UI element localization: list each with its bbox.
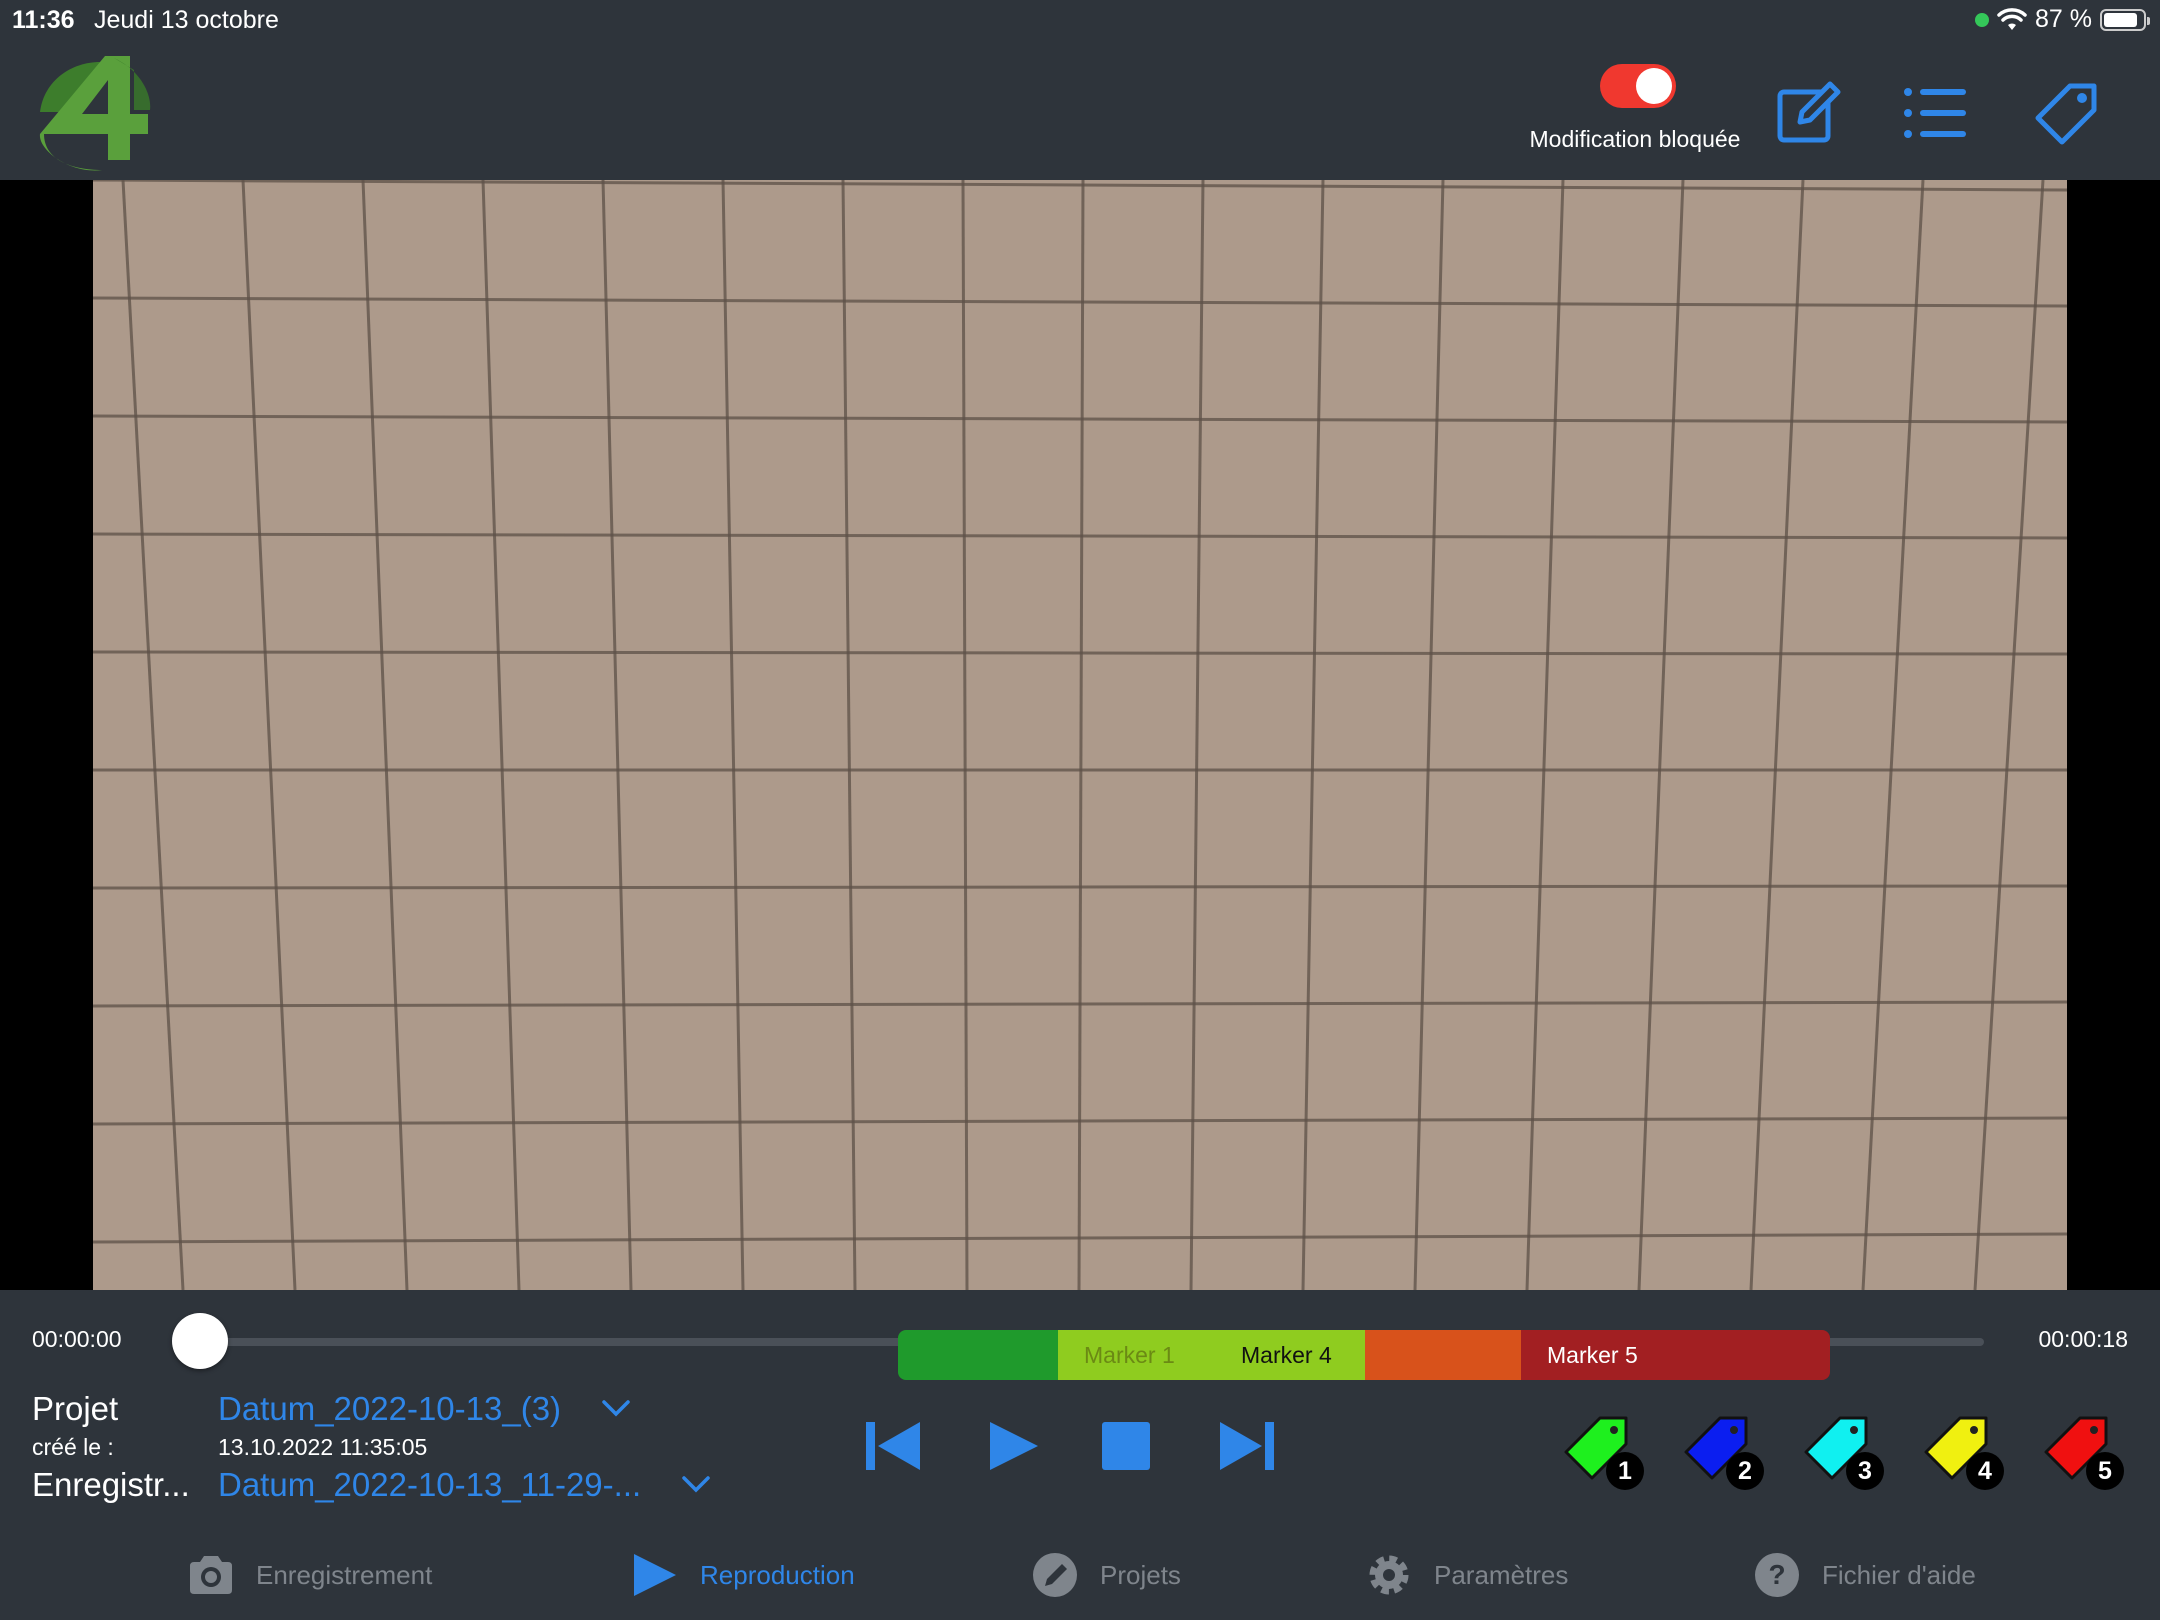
tab-label: Projets [1100, 1559, 1181, 1590]
recording-chevron-down-icon[interactable] [682, 1476, 710, 1494]
tag-number: 1 [1606, 1452, 1644, 1490]
tag-icon[interactable] [2032, 78, 2102, 148]
tab-fichier-aide[interactable]: ? Fichier d'aide [1752, 1540, 1976, 1610]
wifi-icon [1997, 7, 2027, 30]
tag-number: 5 [2086, 1452, 2124, 1490]
help-icon: ? [1755, 1553, 1799, 1597]
marker-tag-button-1[interactable]: 1 [1560, 1408, 1656, 1498]
recording-label: Enregistr... [32, 1466, 190, 1503]
tab-reproduction[interactable]: Reproduction [630, 1540, 855, 1610]
app-header: Modification bloquée [0, 40, 2160, 180]
tab-label: Enregistrement [256, 1559, 433, 1590]
play-icon[interactable] [984, 1418, 1044, 1474]
playback-scrubber[interactable] [172, 1313, 228, 1369]
marker-tag-button-4[interactable]: 4 [1920, 1408, 2016, 1498]
toggle-knob [1636, 68, 1672, 104]
skip-forward-icon[interactable] [1216, 1418, 1276, 1474]
skip-back-icon[interactable] [864, 1418, 924, 1474]
list-icon[interactable] [1900, 78, 1970, 148]
pencil-icon [1033, 1553, 1077, 1597]
battery-fill [2104, 12, 2138, 27]
tab-label: Paramètres [1434, 1559, 1569, 1590]
project-label: Projet [32, 1390, 119, 1427]
tab-projets[interactable]: Projets [1030, 1540, 1181, 1610]
stop-icon[interactable] [1096, 1418, 1156, 1474]
camera-active-indicator [1975, 12, 1990, 27]
marker-label: Marker 1 [1084, 1341, 1175, 1368]
project-selector[interactable]: Datum_2022-10-13_(3) [218, 1390, 561, 1428]
tab-bar: Enregistrement Reproduction Projets Para… [0, 1530, 2160, 1620]
marker-label: Marker 5 [1547, 1341, 1638, 1368]
battery-icon [2100, 8, 2150, 31]
created-date: 13.10.2022 11:35:05 [218, 1434, 428, 1460]
recording-selector[interactable]: Datum_2022-10-13_11-29-... [218, 1466, 641, 1504]
tab-label: Reproduction [700, 1559, 855, 1590]
marker-tag-button-2[interactable]: 2 [1680, 1408, 1776, 1498]
created-label: créé le : [32, 1434, 114, 1460]
status-bar: 11:36 Jeudi 13 octobre 87 % [0, 0, 2160, 40]
status-date: Jeudi 13 octobre [94, 6, 279, 34]
app-logo [39, 56, 151, 171]
tab-parametres[interactable]: Paramètres [1364, 1540, 1568, 1610]
edit-icon[interactable] [1772, 78, 1842, 148]
svg-text:?: ? [1768, 1559, 1785, 1590]
total-time: 00:00:18 [2038, 1326, 2128, 1352]
modification-lock-label: Modification bloquée [1529, 126, 1741, 152]
tag-number: 2 [1726, 1452, 1764, 1490]
video-player[interactable] [93, 180, 2067, 1290]
tag-number: 4 [1966, 1452, 2004, 1490]
marker-tag-button-5[interactable]: 5 [2040, 1408, 2136, 1498]
status-indicators: 87 % [1975, 5, 2150, 34]
current-time: 00:00:00 [32, 1326, 122, 1352]
project-chevron-down-icon[interactable] [602, 1400, 630, 1418]
marker-tag-button-3[interactable]: 3 [1800, 1408, 1896, 1498]
video-frame-image [93, 180, 2067, 1290]
marker-segment-3[interactable]: Marker 4 [1215, 1330, 1367, 1380]
battery-percent: 87 % [2035, 5, 2092, 33]
modification-lock-toggle[interactable] [1600, 64, 1676, 108]
tab-enregistrement[interactable]: Enregistrement [186, 1540, 432, 1610]
marker-segment-2[interactable]: Marker 1 [1058, 1330, 1218, 1380]
marker-label: Marker 4 [1241, 1341, 1332, 1368]
play-icon [634, 1554, 676, 1596]
marker-segment-1[interactable] [898, 1330, 1068, 1380]
tab-label: Fichier d'aide [1822, 1559, 1976, 1590]
marker-segment-5[interactable]: Marker 5 [1521, 1330, 1830, 1380]
status-time: 11:36 [12, 6, 75, 34]
camera-icon [190, 1556, 232, 1594]
marker-segment-4[interactable] [1365, 1330, 1523, 1380]
gear-icon [1369, 1555, 1409, 1595]
tag-number: 3 [1846, 1452, 1884, 1490]
